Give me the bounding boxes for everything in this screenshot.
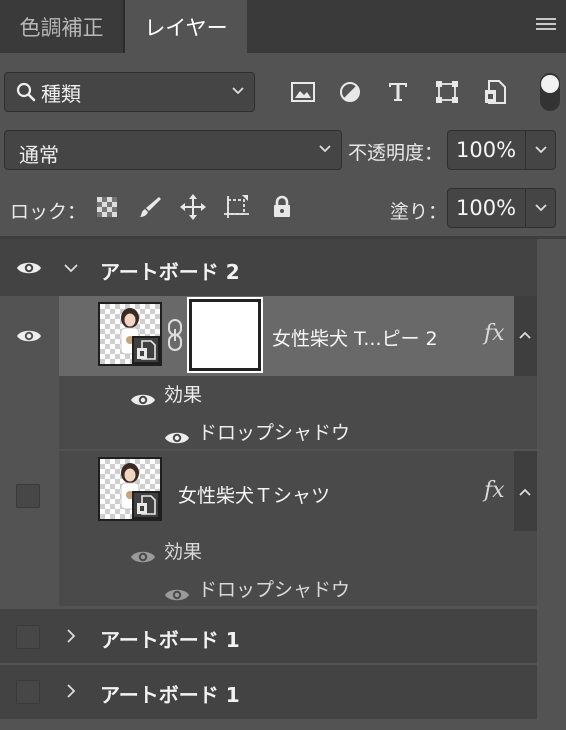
artboard-row[interactable]: アートボード 1 — [0, 609, 537, 663]
layers-list: アートボード 2 女性柴犬 T...ピー 2 fx 効果 ドロップシャドウ 女性… — [0, 239, 537, 730]
chevron-down-icon — [535, 204, 547, 212]
effects-fx-icon[interactable]: fx — [484, 321, 505, 346]
fill-label: 塗り： — [390, 201, 448, 223]
panel-menu-icon[interactable] — [536, 18, 556, 32]
visibility-checkbox-hidden[interactable] — [16, 484, 40, 508]
lock-all-icon[interactable] — [267, 192, 297, 222]
chevron-right-icon[interactable] — [64, 684, 78, 698]
artboard-row[interactable]: アートボード 2 — [0, 239, 537, 296]
smart-object-badge-icon — [132, 336, 160, 364]
smart-object-badge-icon — [132, 491, 160, 519]
fill-field[interactable]: 100% — [447, 188, 556, 228]
layer-name[interactable]: 女性柴犬Ｔシャツ — [178, 481, 330, 508]
chevron-down-icon — [232, 87, 244, 95]
smart-object-filter-icon[interactable] — [477, 74, 513, 110]
lock-position-move-icon[interactable] — [178, 192, 208, 222]
opacity-dropdown-button[interactable] — [525, 131, 555, 169]
visibility-eye-icon[interactable] — [16, 327, 42, 345]
artboard-name: アートボード 1 — [100, 683, 240, 707]
chevron-down-icon — [535, 146, 547, 154]
lock-artboard-nesting-icon[interactable] — [222, 192, 252, 222]
chevron-down-icon — [319, 145, 331, 153]
search-icon — [16, 82, 36, 102]
visibility-checkbox-hidden[interactable] — [16, 625, 40, 649]
chevron-up-icon — [519, 331, 531, 339]
tab-adjustments[interactable]: 色調補正 — [0, 0, 123, 53]
layer-mask-thumbnail[interactable] — [187, 297, 263, 373]
blend-mode-label: 通常 — [19, 143, 59, 167]
filter-toggle-switch[interactable] — [539, 72, 561, 112]
fill-dropdown-button[interactable] — [525, 189, 555, 227]
effects-collapse-toggle[interactable] — [514, 451, 537, 531]
artboard-row[interactable]: アートボード 1 — [0, 665, 537, 719]
chevron-down-icon[interactable] — [64, 261, 78, 275]
type-filter-icon[interactable] — [380, 74, 416, 110]
toggle-knob — [541, 75, 559, 93]
artboard-name: アートボード 1 — [100, 628, 240, 652]
drop-shadow-visibility-eye-icon[interactable] — [164, 429, 190, 447]
filter-icon-group — [283, 74, 523, 110]
adjustment-filter-icon[interactable] — [332, 74, 368, 110]
drop-shadow-effect-label[interactable]: ドロップシャドウ — [198, 418, 350, 445]
opacity-field[interactable]: 100% — [447, 130, 556, 170]
layer-group-row: 女性柴犬 T...ピー 2 fx 効果 ドロップシャドウ — [0, 296, 537, 449]
chevron-right-icon[interactable] — [64, 629, 78, 643]
visibility-checkbox-hidden[interactable] — [16, 680, 40, 704]
effects-collapse-toggle[interactable] — [514, 296, 537, 376]
filter-type-select[interactable]: 種類 — [4, 72, 255, 112]
layer-thumbnail[interactable] — [98, 302, 162, 366]
effects-fx-icon[interactable]: fx — [484, 478, 505, 503]
shape-filter-icon[interactable] — [429, 74, 465, 110]
panel-tab-bar: 色調補正 レイヤー — [0, 0, 566, 53]
blend-mode-select[interactable]: 通常 — [4, 130, 342, 170]
layer-indent-gutter — [0, 451, 59, 606]
effects-label: 効果 — [164, 384, 203, 406]
artboard-name: アートボード 2 — [100, 260, 240, 284]
effects-visibility-eye-icon[interactable] — [130, 548, 156, 566]
lock-image-pixels-brush-icon[interactable] — [135, 192, 165, 222]
opacity-label: 不透明度： — [348, 142, 444, 164]
tab-layers[interactable]: レイヤー — [125, 0, 247, 53]
image-filter-icon[interactable] — [285, 74, 321, 110]
lock-label: ロック： — [10, 201, 87, 223]
effects-visibility-eye-icon[interactable] — [130, 391, 156, 409]
layer-thumbnail[interactable] — [98, 457, 162, 521]
layer-name[interactable]: 女性柴犬 T...ピー 2 — [272, 324, 438, 351]
filter-type-label: 種類 — [41, 81, 81, 106]
visibility-eye-icon[interactable] — [16, 259, 42, 277]
drop-shadow-visibility-eye-icon[interactable] — [164, 586, 190, 604]
layers-scrollbar[interactable] — [537, 239, 566, 730]
layer-group-row: 女性柴犬Ｔシャツ fx 効果 ドロップシャドウ — [0, 451, 537, 606]
drop-shadow-effect-label[interactable]: ドロップシャドウ — [198, 575, 350, 602]
link-chain-icon[interactable] — [166, 318, 184, 352]
fill-value: 100% — [456, 196, 517, 220]
lock-transparent-pixels-icon[interactable] — [92, 192, 122, 222]
opacity-value: 100% — [456, 138, 517, 162]
chevron-up-icon — [519, 488, 531, 496]
effects-label: 効果 — [164, 541, 203, 563]
